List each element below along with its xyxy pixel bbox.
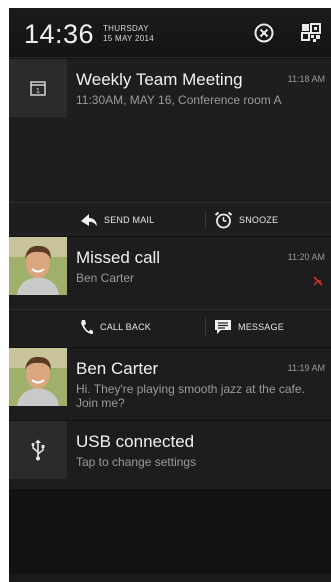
action-divider [205, 211, 206, 229]
usb-icon-box [9, 421, 67, 479]
calendar-notification[interactable]: 1 Weekly Team Meeting 11:30AM, MAY 16, C… [9, 59, 331, 236]
notification-subtitle: 11:30AM, MAY 16, Conference room A [76, 93, 282, 107]
notification-shade: 14:36 THURSDAY 15 MAY 2014 1 Weekly Team… [9, 8, 331, 582]
notification-title: USB connected [76, 432, 195, 451]
notification-title: Missed call [76, 248, 161, 267]
notification-time: 11:20 AM [287, 252, 325, 262]
notification-subtitle: Tap to change settings [76, 455, 197, 469]
shade-header: 14:36 THURSDAY 15 MAY 2014 [9, 8, 331, 58]
usb-notification[interactable]: USB connected Tap to change settings [9, 421, 331, 489]
weekday-label: THURSDAY [103, 24, 149, 33]
message-button[interactable]: MESSAGE [214, 310, 284, 344]
message-icon [215, 320, 231, 334]
action-bar: CALL BACK MESSAGE [9, 309, 331, 343]
message-label: MESSAGE [238, 322, 284, 332]
notification-title: Weekly Team Meeting [76, 70, 243, 89]
calendar-icon: 1 [30, 81, 46, 96]
avatar [9, 237, 67, 295]
call-back-button[interactable]: CALL BACK [80, 310, 151, 344]
notification-subtitle: Hi. They're playing smooth jazz at the c… [76, 382, 305, 410]
phone-icon [81, 320, 93, 334]
usb-icon [31, 439, 45, 461]
snooze-button[interactable]: SNOOZE [214, 203, 278, 237]
action-divider [205, 318, 206, 336]
action-bar: SEND MAIL SNOOZE [9, 202, 331, 236]
send-mail-label: SEND MAIL [104, 215, 155, 225]
send-mail-icon [81, 214, 97, 226]
send-mail-button[interactable]: SEND MAIL [80, 203, 154, 237]
missed-call-notification[interactable]: Missed call Ben Carter 11:20 AM CALL BAC… [9, 237, 331, 347]
shade-handle[interactable] [9, 574, 331, 582]
snooze-label: SNOOZE [239, 215, 279, 225]
notification-time: 11:19 AM [287, 363, 325, 373]
clock: 14:36 [24, 19, 95, 49]
notification-subtitle: Ben Carter [76, 271, 135, 285]
svg-text:1: 1 [36, 88, 40, 95]
date-block: THURSDAY 15 MAY 2014 [103, 24, 154, 44]
missed-call-icon [313, 273, 323, 291]
quick-settings-icon[interactable] [300, 22, 322, 44]
message-notification[interactable]: Ben Carter Hi. They're playing smooth ja… [9, 348, 331, 420]
date-label: 15 MAY 2014 [103, 34, 155, 43]
alarm-clock-icon [214, 211, 233, 229]
notification-time: 11:18 AM [287, 74, 325, 84]
call-back-label: CALL BACK [100, 322, 151, 332]
calendar-icon-box: 1 [9, 59, 67, 117]
notification-title: Ben Carter [76, 359, 159, 378]
phone-frame: 14:36 THURSDAY 15 MAY 2014 1 Weekly Team… [0, 0, 331, 582]
clear-all-icon[interactable] [253, 22, 275, 44]
avatar [9, 348, 67, 406]
